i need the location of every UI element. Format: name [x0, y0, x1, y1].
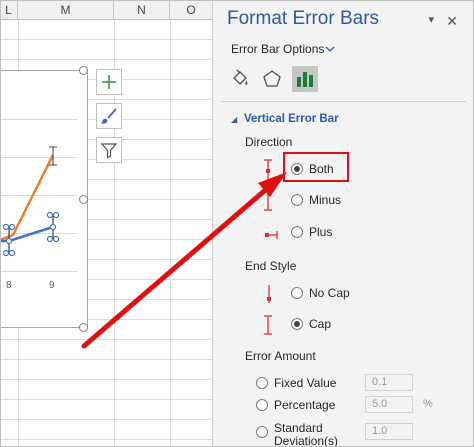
direction-both-label: Both	[309, 162, 334, 176]
resize-handle-right[interactable]	[79, 195, 88, 204]
chart-elements-button[interactable]	[96, 69, 122, 95]
error-amount-label: Error Amount	[245, 349, 316, 363]
column-headers: L M N O	[0, 0, 212, 20]
fixed-value-option[interactable]: Fixed Value	[256, 376, 374, 390]
direction-minus-option[interactable]: Minus	[291, 193, 341, 207]
end-style-cap-option[interactable]: Cap	[291, 317, 331, 331]
column-header-l[interactable]: L	[0, 0, 18, 20]
paint-bucket-icon	[233, 69, 248, 85]
standard-deviation-radio[interactable]	[256, 426, 268, 438]
section-vertical-error-bar[interactable]: Vertical Error Bar	[244, 113, 339, 125]
fill-line-tab[interactable]	[227, 66, 253, 92]
format-error-bars-pane: Format Error Bars ▾ ✕ Error Bar Options …	[212, 0, 474, 447]
standard-deviation-label: Standard Deviation(s)	[274, 421, 339, 447]
direction-minus-label: Minus	[309, 193, 342, 207]
no-cap-label: No Cap	[309, 286, 350, 300]
chart-styles-button[interactable]	[96, 103, 122, 129]
direction-minus-radio[interactable]	[291, 194, 303, 206]
no-cap-icon	[267, 285, 271, 303]
pane-close-button[interactable]: ✕	[446, 13, 458, 30]
collapse-triangle-icon[interactable]: ◢	[231, 115, 237, 124]
cap-icon	[264, 315, 272, 335]
effects-tab[interactable]	[259, 66, 285, 92]
direction-both-icon	[264, 159, 272, 211]
percentage-label: Percentage	[274, 398, 336, 412]
direction-label: Direction	[245, 135, 293, 149]
brush-icon	[101, 108, 117, 124]
chart-filters-button[interactable]	[96, 137, 122, 163]
error-bar-options-tab[interactable]	[292, 66, 318, 92]
pane-scrollbar[interactable]	[466, 0, 474, 447]
end-style-label: End Style	[245, 259, 297, 273]
standard-deviation-option[interactable]: Standard Deviation(s)	[256, 421, 339, 447]
direction-plus-radio[interactable]	[291, 226, 303, 238]
chart-area[interactable]: 8 9	[0, 66, 88, 332]
column-header-m[interactable]: M	[18, 0, 114, 20]
column-header-o[interactable]: O	[170, 0, 212, 20]
percentage-input[interactable]: 5.0	[365, 396, 413, 413]
standard-deviation-input[interactable]: 1.0	[365, 423, 413, 440]
pentagon-icon	[263, 70, 281, 87]
chart-gridlines	[0, 119, 77, 272]
x-axis-label-8: 8	[6, 280, 12, 291]
direction-plus-icon	[265, 231, 278, 239]
percentage-option[interactable]: Percentage	[256, 398, 374, 412]
pane-options-dropdown[interactable]: ▾	[428, 13, 434, 26]
fixed-value-input[interactable]: 0.1	[365, 374, 413, 391]
plus-icon	[102, 75, 116, 89]
chevron-down-icon: ▾	[428, 14, 434, 26]
worksheet-area: L M N O 8 9	[0, 0, 212, 447]
no-cap-radio[interactable]	[291, 287, 303, 299]
pane-title: Format Error Bars	[227, 8, 380, 29]
cap-radio[interactable]	[291, 318, 303, 330]
direction-plus-label: Plus	[309, 225, 333, 239]
direction-both-option[interactable]: Both	[291, 162, 334, 176]
error-bar-options-header[interactable]: Error Bar Options	[231, 42, 324, 56]
chevron-down-icon[interactable]	[325, 46, 335, 54]
resize-handle-bottom-right[interactable]	[79, 323, 88, 332]
fixed-value-label: Fixed Value	[274, 376, 337, 390]
end-style-no-cap-option[interactable]: No Cap	[291, 286, 350, 300]
bar-chart-icon	[297, 72, 313, 87]
close-icon: ✕	[446, 13, 458, 29]
x-axis-label-9: 9	[49, 280, 55, 291]
percentage-radio[interactable]	[256, 399, 268, 411]
chart-plot	[0, 119, 77, 272]
percentage-unit: %	[423, 398, 433, 410]
direction-both-radio[interactable]	[291, 163, 303, 175]
column-header-n[interactable]: N	[114, 0, 170, 20]
filter-icon	[100, 143, 118, 159]
cap-label: Cap	[309, 317, 332, 331]
resize-handle-top-right[interactable]	[79, 66, 88, 75]
direction-plus-option[interactable]: Plus	[291, 225, 332, 239]
pane-divider	[221, 101, 467, 102]
fixed-value-radio[interactable]	[256, 377, 268, 389]
